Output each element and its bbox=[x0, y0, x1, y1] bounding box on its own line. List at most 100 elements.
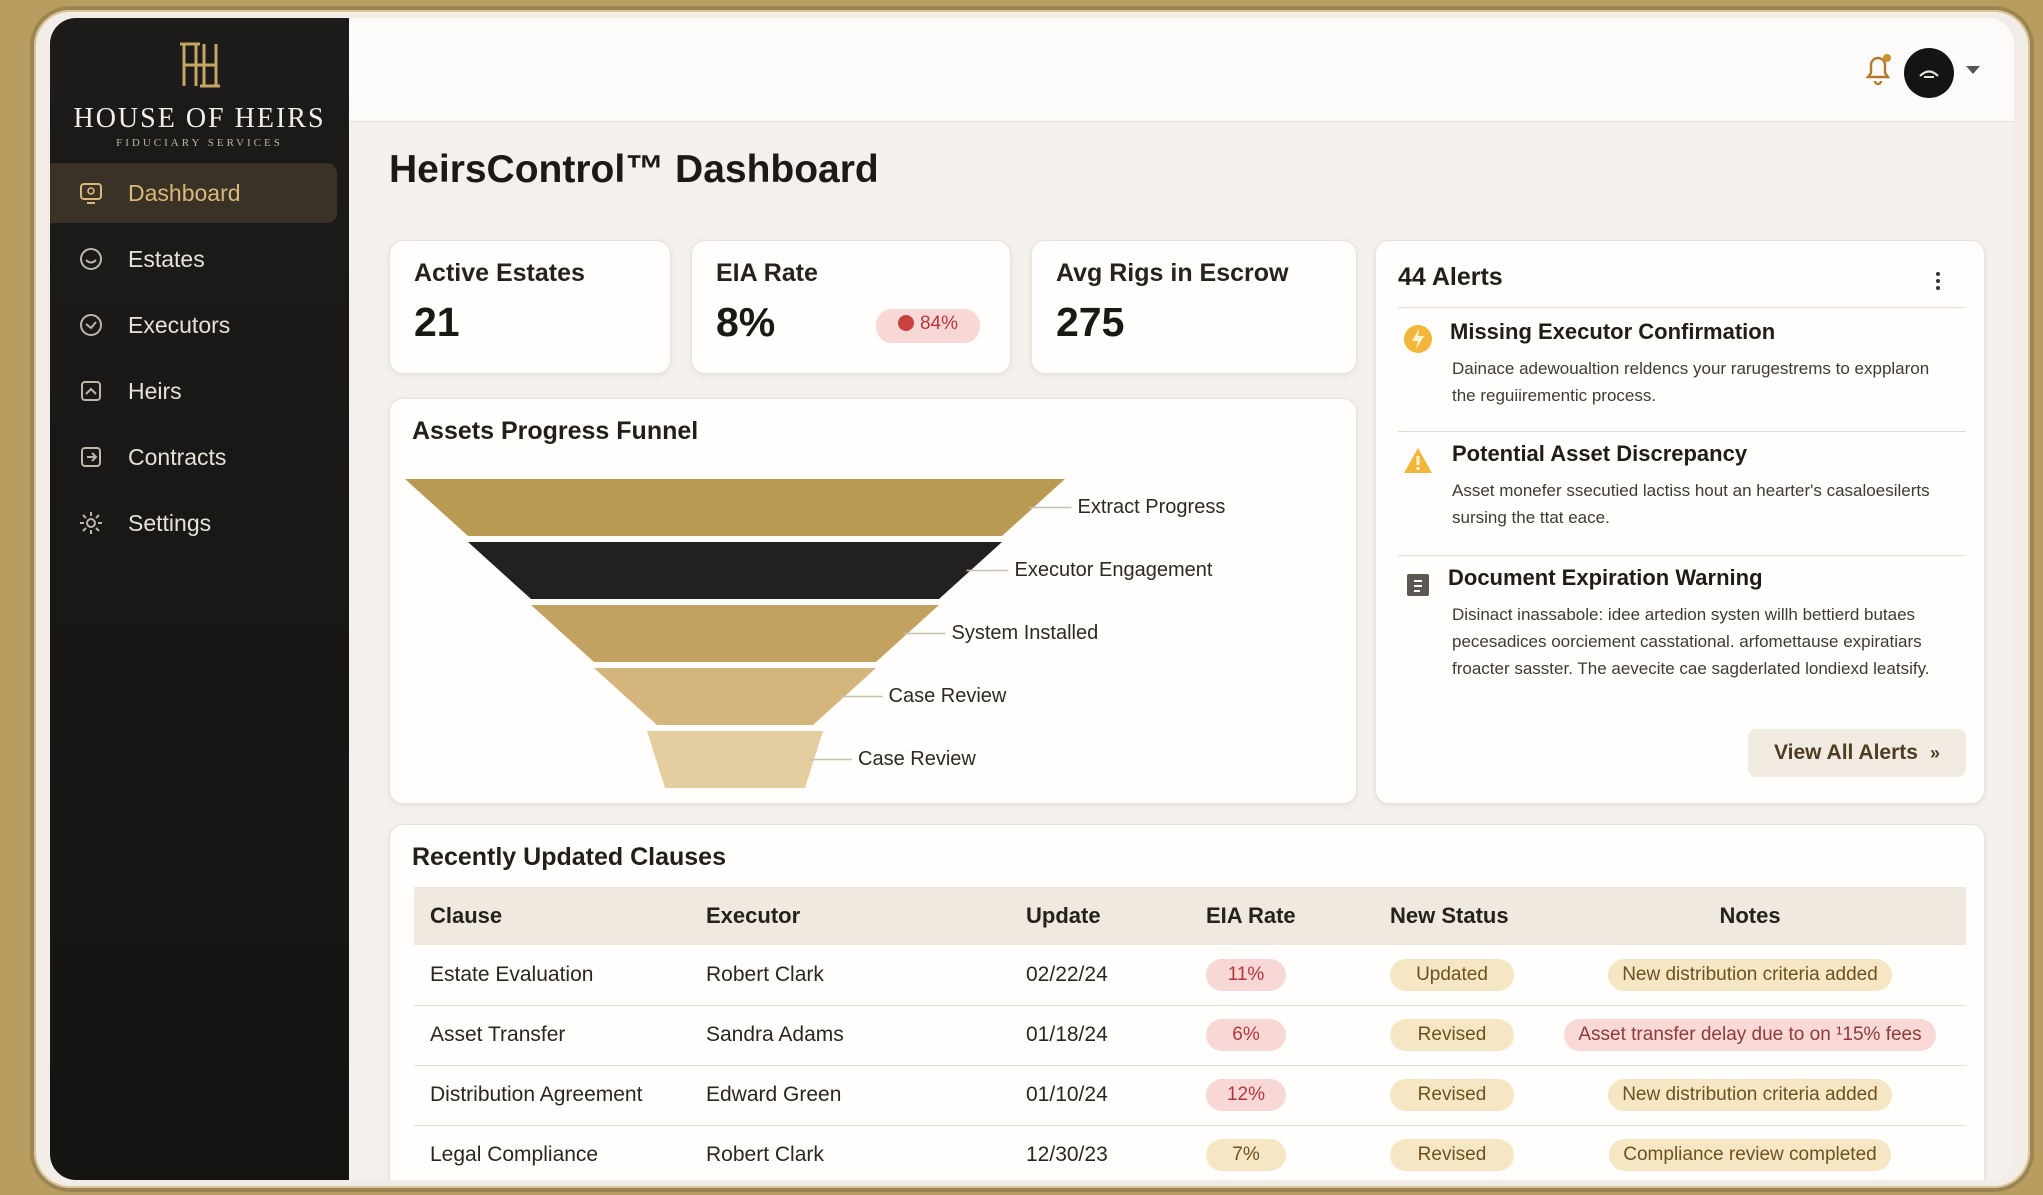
funnel-stage[interactable] bbox=[405, 479, 1065, 536]
funnel-stage-label: Case Review bbox=[888, 684, 1007, 707]
status-badge: Updated bbox=[1390, 958, 1514, 991]
top-bar bbox=[349, 18, 2014, 122]
funnel-stage[interactable] bbox=[531, 605, 939, 662]
cell-clause: Asset Transfer bbox=[414, 1005, 690, 1066]
cell-notes: New distribution criteria added bbox=[1534, 945, 1966, 1006]
gear-icon bbox=[76, 508, 106, 538]
assets-progress-funnel-card: Assets Progress Funnel Extract Progress E… bbox=[389, 398, 1357, 804]
page-title: HeirsControl™ Dashboard bbox=[389, 148, 879, 191]
alert-item[interactable]: Missing Executor Confirmation Dainace ad… bbox=[1398, 319, 1966, 429]
table-row[interactable]: Asset Transfer Sandra Adams 01/18/24 6% … bbox=[414, 1005, 1966, 1066]
cell-notes: Compliance review completed bbox=[1534, 1125, 1966, 1180]
monitor-icon bbox=[76, 178, 106, 208]
main-content: HeirsControl™ Dashboard Active Estates 2… bbox=[349, 18, 2014, 1180]
funnel-stage-label: Case Review bbox=[858, 747, 976, 770]
heirs-icon bbox=[76, 376, 106, 406]
more-options-icon[interactable] bbox=[1936, 269, 1942, 293]
sidebar-item-label: Estates bbox=[128, 245, 205, 272]
alert-item[interactable]: Document Expiration Warning Disinact ina… bbox=[1398, 565, 1966, 715]
chevron-right-icon: » bbox=[1929, 742, 1940, 763]
sidebar-item-heirs[interactable]: Heirs bbox=[50, 361, 337, 421]
brand-monogram-icon bbox=[179, 42, 220, 88]
app-window: HOUSE OF HEIRS FIDUCIARY SERVICES Dashbo… bbox=[50, 18, 2014, 1180]
view-all-alerts-button[interactable]: View All Alerts » bbox=[1748, 729, 1966, 777]
divider bbox=[1398, 555, 1966, 556]
column-header-new-status[interactable]: New Status bbox=[1374, 887, 1534, 945]
alerts-card: 44 Alerts Missing Executor Confirmation … bbox=[1375, 240, 1985, 804]
brand: HOUSE OF HEIRS FIDUCIARY SERVICES bbox=[50, 18, 349, 149]
executors-icon bbox=[76, 310, 106, 340]
table-header-row: Clause Executor Update EIA Rate New Stat… bbox=[414, 887, 1966, 945]
brand-subtitle: FIDUCIARY SERVICES bbox=[116, 137, 283, 149]
divider bbox=[1398, 431, 1966, 432]
funnel-stage-label: System Installed bbox=[951, 621, 1099, 644]
stat-value: 8% bbox=[716, 299, 776, 345]
stat-value: 275 bbox=[1056, 299, 1125, 345]
eia-rate-badge-value: 84% bbox=[919, 313, 959, 334]
cell-status: Updated bbox=[1374, 945, 1534, 1006]
cell-eia-rate: 7% bbox=[1190, 1125, 1374, 1180]
sidebar-item-label: Settings bbox=[128, 509, 212, 536]
stat-label: Avg Rigs in Escrow bbox=[1056, 259, 1289, 287]
cell-clause: Estate Evaluation bbox=[414, 945, 690, 1006]
stat-value: 21 bbox=[414, 299, 460, 345]
sidebar-item-settings[interactable]: Settings bbox=[50, 493, 337, 553]
sidebar-item-dashboard[interactable]: Dashboard bbox=[50, 163, 337, 223]
app-frame: HOUSE OF HEIRS FIDUCIARY SERVICES Dashbo… bbox=[34, 10, 2030, 1188]
status-badge: Revised bbox=[1390, 1079, 1514, 1111]
cell-status: Revised bbox=[1374, 1125, 1534, 1180]
status-badge: Revised bbox=[1390, 1139, 1514, 1171]
apple-icon bbox=[897, 315, 914, 331]
lightning-icon bbox=[1404, 325, 1432, 353]
funnel-stage[interactable] bbox=[647, 731, 823, 788]
sidebar-item-contracts[interactable]: Contracts bbox=[50, 427, 337, 487]
warning-icon bbox=[1404, 448, 1432, 473]
cell-executor: Edward Green bbox=[690, 1065, 1010, 1126]
sidebar-item-estates[interactable]: Estates bbox=[50, 229, 337, 289]
stat-card-eia-rate: EIA Rate 8% 84% bbox=[691, 240, 1011, 374]
column-header-clause[interactable]: Clause bbox=[414, 887, 690, 945]
clauses-title: Recently Updated Clauses bbox=[412, 843, 726, 871]
funnel-chart bbox=[405, 479, 1072, 788]
stat-label: Active Estates bbox=[414, 259, 585, 287]
notes-pill: New distribution criteria added bbox=[1608, 958, 1892, 991]
notes-pill: Compliance review completed bbox=[1609, 1139, 1891, 1171]
eia-rate-pill: 6% bbox=[1206, 1019, 1286, 1051]
alert-title: Missing Executor Confirmation bbox=[1450, 319, 1776, 344]
table-row[interactable]: Estate Evaluation Robert Clark 02/22/24 … bbox=[414, 945, 1966, 1006]
sidebar-item-executors[interactable]: Executors bbox=[50, 295, 337, 355]
sidebar-nav: Dashboard Estates Executors Heirs Contra… bbox=[50, 163, 349, 553]
column-header-update[interactable]: Update bbox=[1010, 887, 1190, 945]
alert-title: Potential Asset Discrepancy bbox=[1452, 441, 1748, 466]
estates-icon bbox=[76, 244, 106, 274]
cell-eia-rate: 12% bbox=[1190, 1065, 1374, 1126]
table-row[interactable]: Legal Compliance Robert Clark 12/30/23 7… bbox=[414, 1125, 1966, 1180]
chevron-down-icon[interactable] bbox=[1966, 66, 1980, 74]
alert-body: Disinact inassabole: idee artedion syste… bbox=[1452, 605, 1930, 678]
funnel-stage[interactable] bbox=[594, 668, 876, 725]
avatar-icon[interactable] bbox=[1904, 48, 1954, 98]
contracts-icon bbox=[76, 442, 106, 472]
bell-icon[interactable] bbox=[1860, 50, 1896, 88]
sidebar-item-label: Heirs bbox=[128, 377, 182, 404]
stat-card-avg-rigs: Avg Rigs in Escrow 275 bbox=[1031, 240, 1357, 374]
alert-body: Asset monefer ssecutied lactiss hout an … bbox=[1452, 481, 1930, 527]
column-header-notes[interactable]: Notes bbox=[1534, 887, 1966, 945]
sidebar: HOUSE OF HEIRS FIDUCIARY SERVICES Dashbo… bbox=[50, 18, 349, 1180]
cell-update: 02/22/24 bbox=[1010, 945, 1190, 1006]
brand-name: HOUSE OF HEIRS bbox=[73, 103, 326, 134]
cell-eia-rate: 11% bbox=[1190, 945, 1374, 1006]
column-header-eia-rate[interactable]: EIA Rate bbox=[1190, 887, 1374, 945]
alert-body: Dainace adewoualtion reldencs your rarug… bbox=[1452, 359, 1930, 405]
cell-status: Revised bbox=[1374, 1005, 1534, 1066]
alert-item[interactable]: Potential Asset Discrepancy Asset monefe… bbox=[1398, 441, 1966, 551]
eia-rate-pill: 7% bbox=[1206, 1139, 1286, 1171]
cell-update: 12/30/23 bbox=[1010, 1125, 1190, 1180]
table-row[interactable]: Distribution Agreement Edward Green 01/1… bbox=[414, 1065, 1966, 1126]
cell-update: 01/10/24 bbox=[1010, 1065, 1190, 1126]
funnel-stage[interactable] bbox=[468, 542, 1002, 599]
eia-rate-badge: 84% bbox=[876, 309, 980, 343]
status-badge: Revised bbox=[1390, 1019, 1514, 1051]
clauses-table: Clause Executor Update EIA Rate New Stat… bbox=[414, 887, 1966, 1180]
column-header-executor[interactable]: Executor bbox=[690, 887, 1010, 945]
